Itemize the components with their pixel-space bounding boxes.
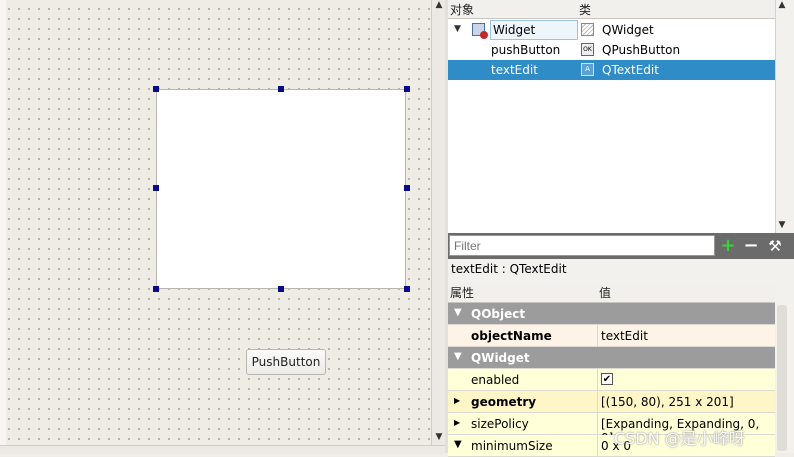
property-name: objectName (471, 329, 552, 343)
push-button-widget[interactable]: PushButton (246, 349, 326, 375)
tree-row-textedit[interactable]: textEdit A QTextEdit (448, 60, 775, 80)
expand-arrow-icon[interactable]: ▶ (454, 418, 460, 427)
watermark: CSDN @是小峰呀 (614, 429, 745, 448)
expand-arrow-icon[interactable]: ▼ (454, 24, 461, 34)
scrollbar-thumb[interactable] (777, 305, 787, 451)
resize-handle-bottom-right[interactable] (404, 286, 410, 292)
inspector-panel: 对象 类 ▼ Widget QWidget pushButton OK QPus… (448, 0, 794, 457)
object-tree: ▼ Widget QWidget pushButton OK QPushButt… (448, 19, 775, 233)
column-divider (597, 369, 598, 391)
resize-handle-top[interactable] (278, 86, 284, 92)
property-value[interactable]: [(150, 80), 251 x 201] (601, 395, 734, 409)
push-button-class-icon: OK (581, 43, 594, 56)
filter-bar: + − ⚒ (448, 233, 794, 259)
tree-class-name: QTextEdit (602, 63, 659, 77)
group-label: QWidget (471, 351, 530, 365)
property-editor-header: 属性 值 (448, 282, 775, 303)
current-object-text: textEdit : QTextEdit (451, 262, 567, 276)
expand-arrow-icon[interactable]: ▶ (454, 396, 460, 405)
column-divider (597, 391, 598, 413)
widget-class-icon (581, 23, 594, 36)
tree-object-name: Widget (493, 23, 536, 37)
resize-handle-right[interactable] (404, 185, 410, 191)
column-divider (597, 325, 598, 347)
property-row-geometry[interactable]: ▶ geometry [(150, 80), 251 x 201] (448, 391, 775, 413)
enabled-checkbox[interactable]: ✔ (601, 373, 613, 385)
wrench-icon[interactable]: ⚒ (764, 235, 786, 257)
tree-class-name: QWidget (602, 23, 654, 37)
tree-row-widget[interactable]: ▼ Widget QWidget (448, 20, 775, 40)
collapse-arrow-icon[interactable]: ▼ (454, 307, 462, 318)
group-qobject[interactable]: ▼ QObject (448, 303, 775, 325)
scroll-down-arrow-icon[interactable]: ▼ (432, 432, 446, 442)
group-qwidget[interactable]: ▼ QWidget (448, 347, 775, 369)
property-table-scrollbar[interactable] (775, 303, 794, 453)
resize-handle-top-left[interactable] (153, 86, 159, 92)
canvas-vertical-scrollbar[interactable]: ▲ ▼ (431, 0, 446, 445)
group-label: QObject (471, 307, 526, 321)
property-column-header[interactable]: 属性 (450, 284, 474, 301)
scroll-down-arrow-icon[interactable]: ▼ (776, 220, 788, 230)
tree-object-name: textEdit (491, 63, 538, 77)
resize-handle-top-right[interactable] (404, 86, 410, 92)
class-column-header[interactable]: 类 (579, 1, 591, 18)
property-name: enabled (471, 373, 520, 387)
property-name: geometry (471, 395, 537, 409)
current-object-label: textEdit : QTextEdit (448, 259, 794, 281)
resize-handle-bottom[interactable] (278, 286, 284, 292)
filter-input[interactable] (449, 235, 715, 256)
form-canvas[interactable]: PushButton (0, 0, 431, 453)
property-row-enabled[interactable]: enabled ✔ (448, 369, 775, 391)
resize-handle-left[interactable] (153, 185, 159, 191)
collapse-arrow-icon[interactable]: ▼ (454, 351, 462, 362)
resize-handle-bottom-left[interactable] (153, 286, 159, 292)
scroll-up-arrow-icon[interactable]: ▲ (776, 0, 788, 10)
minus-icon[interactable]: − (740, 235, 762, 257)
object-tree-scrollbar[interactable]: ▲ ▼ (775, 0, 789, 233)
collapse-arrow-icon[interactable]: ▼ (454, 439, 462, 450)
scroll-up-arrow-icon[interactable]: ▲ (432, 0, 446, 10)
break-layout-icon (480, 31, 488, 39)
property-row-objectname[interactable]: objectName textEdit (448, 325, 775, 347)
object-column-header[interactable]: 对象 (450, 1, 474, 18)
column-divider (597, 435, 598, 457)
plus-icon[interactable]: + (717, 235, 739, 257)
text-edit-class-icon: A (581, 63, 594, 76)
canvas-margin (0, 0, 6, 453)
tree-class-name: QPushButton (602, 43, 681, 57)
property-name: minimumSize (471, 439, 553, 453)
tree-row-pushbutton[interactable]: pushButton OK QPushButton (448, 40, 775, 60)
text-edit-widget[interactable] (156, 89, 406, 289)
value-column-header[interactable]: 值 (599, 284, 611, 301)
tree-object-name: pushButton (491, 43, 561, 57)
property-value[interactable]: textEdit (601, 329, 648, 343)
object-inspector-header: 对象 类 (448, 0, 775, 19)
form-icon (472, 23, 488, 39)
column-divider (597, 413, 598, 435)
property-name: sizePolicy (471, 417, 529, 431)
